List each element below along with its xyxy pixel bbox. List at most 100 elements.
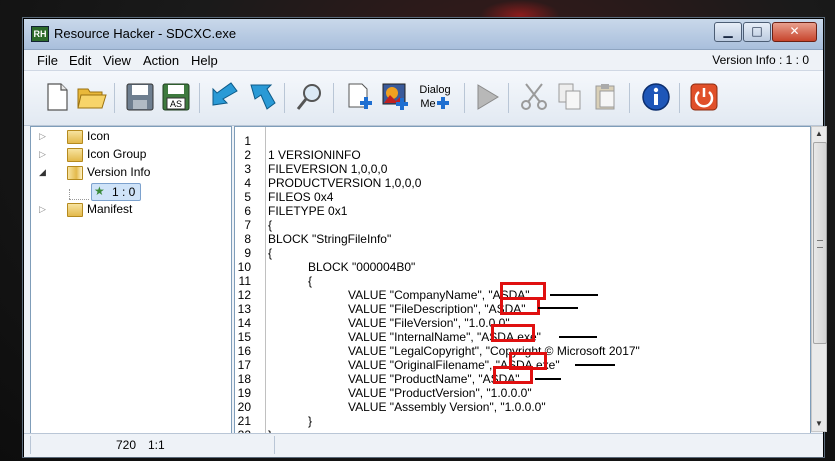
- folder-icon: [67, 148, 83, 162]
- find-icon[interactable]: [294, 81, 326, 113]
- back-arrow-icon[interactable]: [209, 81, 241, 113]
- toolbar-separator: [679, 83, 680, 113]
- code-line: 1 VERSIONINFO: [268, 148, 361, 162]
- play-icon[interactable]: [471, 81, 503, 113]
- dialog-menu-label-2: Me: [420, 98, 435, 110]
- status-divider: [30, 436, 31, 454]
- line-number: 17: [237, 358, 251, 372]
- line-number: 9: [244, 246, 251, 260]
- expand-arrow-icon[interactable]: ▷: [39, 145, 46, 163]
- underline-mark: [538, 307, 578, 309]
- menu-view[interactable]: View: [103, 53, 131, 68]
- tree-item-version-info[interactable]: ◢ Version Info: [39, 163, 219, 181]
- dialog-menu-label-1: Dialog: [419, 84, 450, 96]
- highlight-box: [500, 297, 540, 315]
- code-line: BLOCK "000004B0": [268, 260, 416, 274]
- code-line: VALUE "Assembly Version", "1.0.0.0": [268, 400, 546, 414]
- line-number: 6: [244, 204, 251, 218]
- line-number: 14: [237, 316, 251, 330]
- close-button[interactable]: ✕: [772, 22, 817, 42]
- code-line: {: [268, 274, 313, 288]
- power-icon[interactable]: [688, 81, 720, 113]
- toolbar-separator: [508, 83, 509, 113]
- tree-item-label: Icon Group: [87, 147, 147, 161]
- code-line: {: [268, 246, 273, 260]
- script-editor[interactable]: 1 2 3 4 5 6 7 8 9 10 11 12 13 14 15 16 1…: [234, 126, 811, 434]
- line-number: 8: [244, 232, 251, 246]
- line-number: 2: [244, 148, 251, 162]
- line-number: 18: [237, 372, 251, 386]
- toolbar-separator: [199, 83, 200, 113]
- code-line: VALUE "FileVersion", "1.0.0.0": [268, 316, 510, 330]
- code-line: VALUE "FileDescription", "ASDA": [268, 302, 526, 316]
- paste-icon[interactable]: [590, 81, 622, 113]
- status-cursor: 1:1: [148, 438, 165, 452]
- line-number: 1: [244, 134, 251, 148]
- new-file-icon[interactable]: [41, 81, 73, 113]
- save-icon[interactable]: [124, 81, 156, 113]
- tree-item-label: Version Info: [87, 165, 151, 179]
- menu-edit[interactable]: Edit: [69, 53, 91, 68]
- toolbar-separator: [464, 83, 465, 113]
- menu-action[interactable]: Action: [143, 53, 179, 68]
- line-number: 16: [237, 344, 251, 358]
- tree-connector: [69, 189, 70, 199]
- toolbar-separator: [629, 83, 630, 113]
- line-number: 21: [237, 414, 251, 428]
- app-icon: RH: [31, 26, 49, 42]
- expand-arrow-icon[interactable]: ▷: [39, 127, 46, 145]
- folder-icon: [67, 203, 83, 217]
- scroll-thumb[interactable]: [813, 142, 827, 344]
- tree-item-label: 1 : 0: [112, 185, 136, 199]
- forward-arrow-icon[interactable]: [245, 81, 277, 113]
- vertical-scrollbar[interactable]: ▲ ▼: [811, 126, 827, 432]
- resource-tree[interactable]: ▷ Icon ▷ Icon Group ◢ Version Info ★ 1 :…: [30, 126, 232, 434]
- tree-item-icon[interactable]: ▷ Icon: [39, 127, 219, 145]
- window-controls: ▁ □ ✕: [713, 22, 817, 42]
- minimize-button[interactable]: ▁: [714, 22, 742, 42]
- menu-help[interactable]: Help: [191, 53, 218, 68]
- close-icon: ✕: [789, 24, 800, 38]
- underline-mark: [559, 336, 597, 338]
- status-position: 720: [116, 438, 137, 452]
- add-resource-icon[interactable]: [344, 81, 376, 113]
- code-line: VALUE "ProductName", "ASDA": [268, 372, 520, 386]
- add-image-icon[interactable]: [380, 81, 412, 113]
- collapse-arrow-icon[interactable]: ◢: [39, 163, 46, 181]
- maximize-button[interactable]: □: [743, 22, 771, 42]
- tree-item-version-info-1-0[interactable]: ★ 1 : 0: [91, 183, 141, 201]
- menu-file[interactable]: File: [37, 53, 58, 68]
- line-number: 3: [244, 162, 251, 176]
- toolbar: AS Dialog Me: [24, 70, 823, 126]
- copy-icon[interactable]: [554, 81, 586, 113]
- code-line: BLOCK "StringFileInfo": [268, 232, 392, 246]
- grip-icon: [817, 240, 823, 248]
- line-number: 20: [237, 400, 251, 414]
- line-number: 5: [244, 190, 251, 204]
- line-number: 19: [237, 386, 251, 400]
- menu-bar: File Edit View Action Help Version Info …: [24, 50, 823, 70]
- scroll-down-icon[interactable]: ▼: [812, 417, 826, 431]
- window-title: Resource Hacker - SDCXC.exe: [54, 26, 237, 41]
- maximize-icon: □: [751, 24, 763, 38]
- tree-item-manifest[interactable]: ▷ Manifest: [39, 200, 219, 218]
- line-number: 4: [244, 176, 251, 190]
- open-folder-icon[interactable]: [76, 81, 108, 113]
- highlight-box: [491, 324, 535, 342]
- line-number-gutter: 1 2 3 4 5 6 7 8 9 10 11 12 13 14 15 16 1…: [235, 127, 266, 433]
- code-line: FILETYPE 0x1: [268, 204, 348, 218]
- code-line: FILEOS 0x4: [268, 190, 334, 204]
- underline-mark: [535, 378, 561, 380]
- info-icon[interactable]: [640, 81, 672, 113]
- expand-arrow-icon[interactable]: ▷: [39, 200, 46, 218]
- status-bar: 720 1:1: [24, 433, 823, 457]
- title-bar[interactable]: RH Resource Hacker - SDCXC.exe ▁ □ ✕: [24, 19, 823, 50]
- scroll-up-icon[interactable]: ▲: [812, 127, 826, 141]
- save-as-icon[interactable]: AS: [160, 81, 192, 113]
- panel-splitter[interactable]: [231, 126, 233, 432]
- star-icon: ★: [94, 184, 105, 198]
- cut-icon[interactable]: [518, 81, 550, 113]
- tree-item-icon-group[interactable]: ▷ Icon Group: [39, 145, 219, 163]
- dialog-menu-icon[interactable]: Dialog Me: [416, 81, 456, 113]
- code-line: }: [268, 414, 313, 428]
